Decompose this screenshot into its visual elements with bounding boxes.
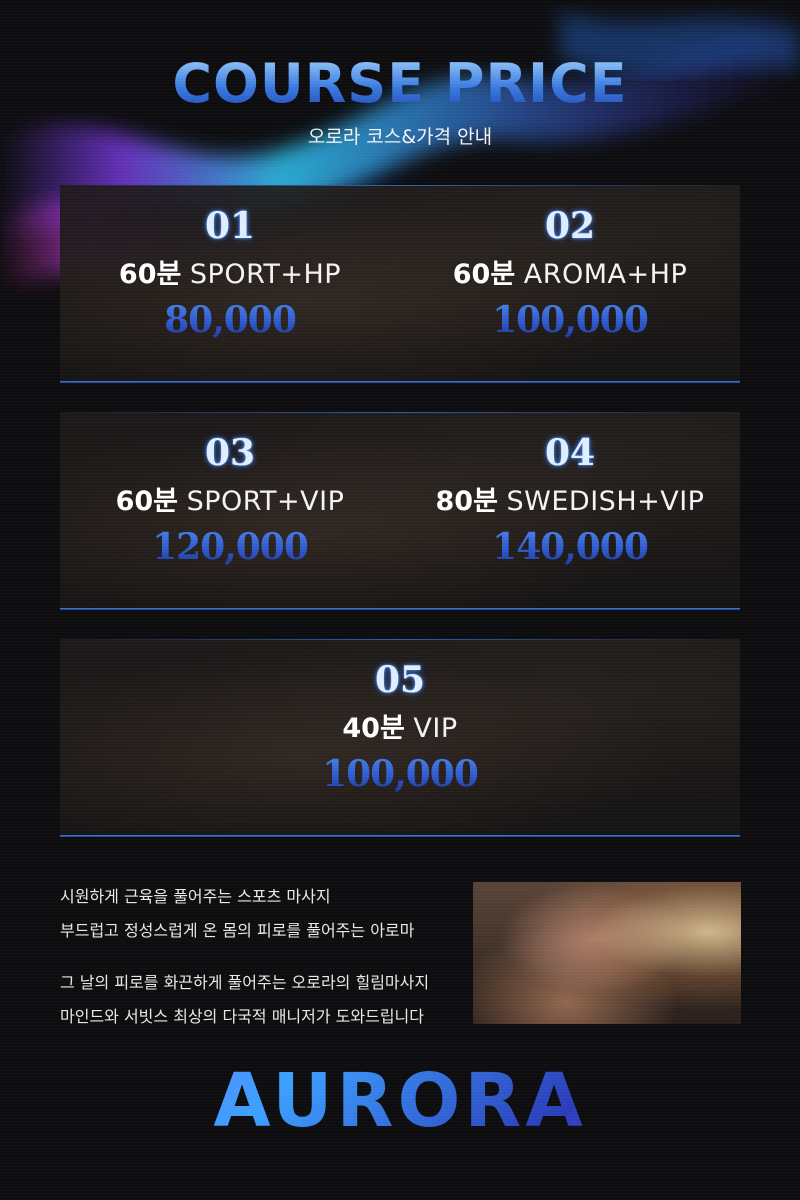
- course-card-02: 02 60분 AROMA+HP 100,000: [400, 203, 740, 343]
- course-type: SPORT+HP: [189, 259, 342, 290]
- course-price: 120,000: [60, 524, 400, 570]
- course-name: 40분 VIP: [230, 711, 570, 747]
- brand-logo: AURORA: [0, 1058, 800, 1144]
- course-minutes: 60분: [115, 486, 178, 517]
- description-line: 그 날의 피로를 화끈하게 풀어주는 오로라의 힐림마사지: [60, 973, 430, 992]
- page-subtitle: 오로라 코스&가격 안내: [307, 126, 493, 148]
- course-panel-row-2: 03 60분 SPORT+VIP 120,000 04 80분 SWEDISH+…: [60, 412, 740, 609]
- course-name: 60분 AROMA+HP: [400, 257, 740, 293]
- course-price: 100,000: [400, 297, 740, 343]
- page-title: COURSE PRICE: [0, 52, 800, 116]
- course-price: 100,000: [230, 751, 570, 797]
- course-panel-row-1: 01 60분 SPORT+HP 80,000 02 60분 AROMA+HP 1…: [60, 185, 740, 382]
- course-number: 02: [544, 205, 596, 247]
- course-name: 60분 SPORT+HP: [60, 257, 400, 293]
- course-number: 04: [544, 432, 596, 474]
- massage-photo: [473, 882, 741, 1024]
- course-number: 03: [204, 432, 256, 474]
- description-text: 시원하게 근육을 풀어주는 스포츠 마사지 부드럽고 정성스럽게 온 몸의 피로…: [60, 880, 460, 1034]
- course-number: 05: [374, 659, 426, 701]
- course-card-05: 05 40분 VIP 100,000: [230, 657, 570, 797]
- course-minutes: 60분: [118, 259, 182, 290]
- course-minutes: 60분: [452, 259, 516, 290]
- course-minutes: 80분: [435, 486, 498, 517]
- course-card-03: 03 60분 SPORT+VIP 120,000: [60, 430, 400, 570]
- course-type: AROMA+HP: [523, 259, 688, 290]
- course-card-01: 01 60분 SPORT+HP 80,000: [60, 203, 400, 343]
- description-line: 마인드와 서빗스 최상의 다국적 매니저가 도와드립니다: [60, 1007, 424, 1026]
- course-type: VIP: [413, 713, 458, 744]
- course-minutes: 40분: [342, 713, 405, 744]
- course-price: 140,000: [400, 524, 740, 570]
- course-name: 80분 SWEDISH+VIP: [400, 484, 740, 520]
- course-number: 01: [204, 205, 256, 247]
- description-line: 시원하게 근육을 풀어주는 스포츠 마사지: [60, 887, 331, 906]
- course-panel-row-3: 05 40분 VIP 100,000: [60, 639, 740, 836]
- course-card-04: 04 80분 SWEDISH+VIP 140,000: [400, 430, 740, 570]
- course-type: SPORT+VIP: [186, 486, 345, 517]
- logo-text: AURORA: [0, 1058, 800, 1144]
- course-name: 60분 SPORT+VIP: [60, 484, 400, 520]
- header: COURSE PRICE 오로라 코스&가격 안내: [0, 52, 800, 149]
- course-type: SWEDISH+VIP: [506, 486, 705, 517]
- description-line: 부드럽고 정성스럽게 온 몸의 피로를 풀어주는 아로마: [60, 921, 415, 940]
- course-price: 80,000: [60, 297, 400, 343]
